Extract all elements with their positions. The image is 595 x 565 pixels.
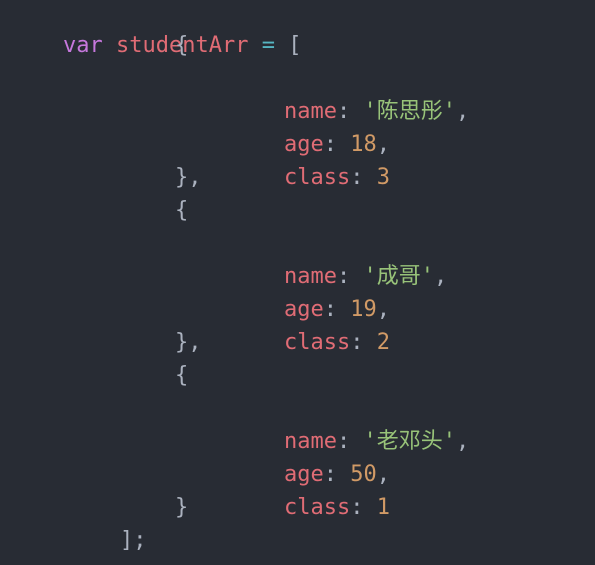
number-value: 1: [376, 495, 390, 520]
object-open-brace: {: [175, 363, 189, 388]
object-close-brace: },: [175, 165, 202, 190]
property-line-class: class: 1: [283, 495, 390, 520]
array-close-bracket: ];: [120, 528, 147, 553]
object-open-brace: {: [175, 198, 189, 223]
keyword-var: var: [62, 33, 103, 58]
property-line-name: name: '陈思彤',: [283, 99, 470, 124]
assign-operator: =: [261, 33, 275, 58]
property-line-age: age: 19,: [283, 297, 390, 322]
property-key: class: [283, 495, 351, 520]
property-line-name: name: '老邓头',: [283, 429, 470, 454]
property-key: class: [283, 165, 351, 190]
property-line-class: class: 3: [283, 165, 390, 190]
array-open-bracket: [: [288, 33, 302, 58]
property-key: class: [283, 330, 351, 355]
object-close-brace: },: [175, 330, 202, 355]
object-close-brace: }: [175, 495, 189, 520]
code-line-declaration: var studentArr = [: [10, 0, 301, 58]
property-line-age: age: 50,: [283, 462, 390, 487]
property-line-class: class: 2: [283, 330, 390, 355]
object-open-brace: {: [175, 33, 189, 58]
number-value: 3: [376, 165, 390, 190]
code-editor[interactable]: var studentArr = [ { name: '陈思彤', age: 1…: [0, 0, 595, 565]
property-line-name: name: '成哥',: [283, 264, 448, 289]
number-value: 2: [376, 330, 390, 355]
property-line-age: age: 18,: [283, 132, 390, 157]
